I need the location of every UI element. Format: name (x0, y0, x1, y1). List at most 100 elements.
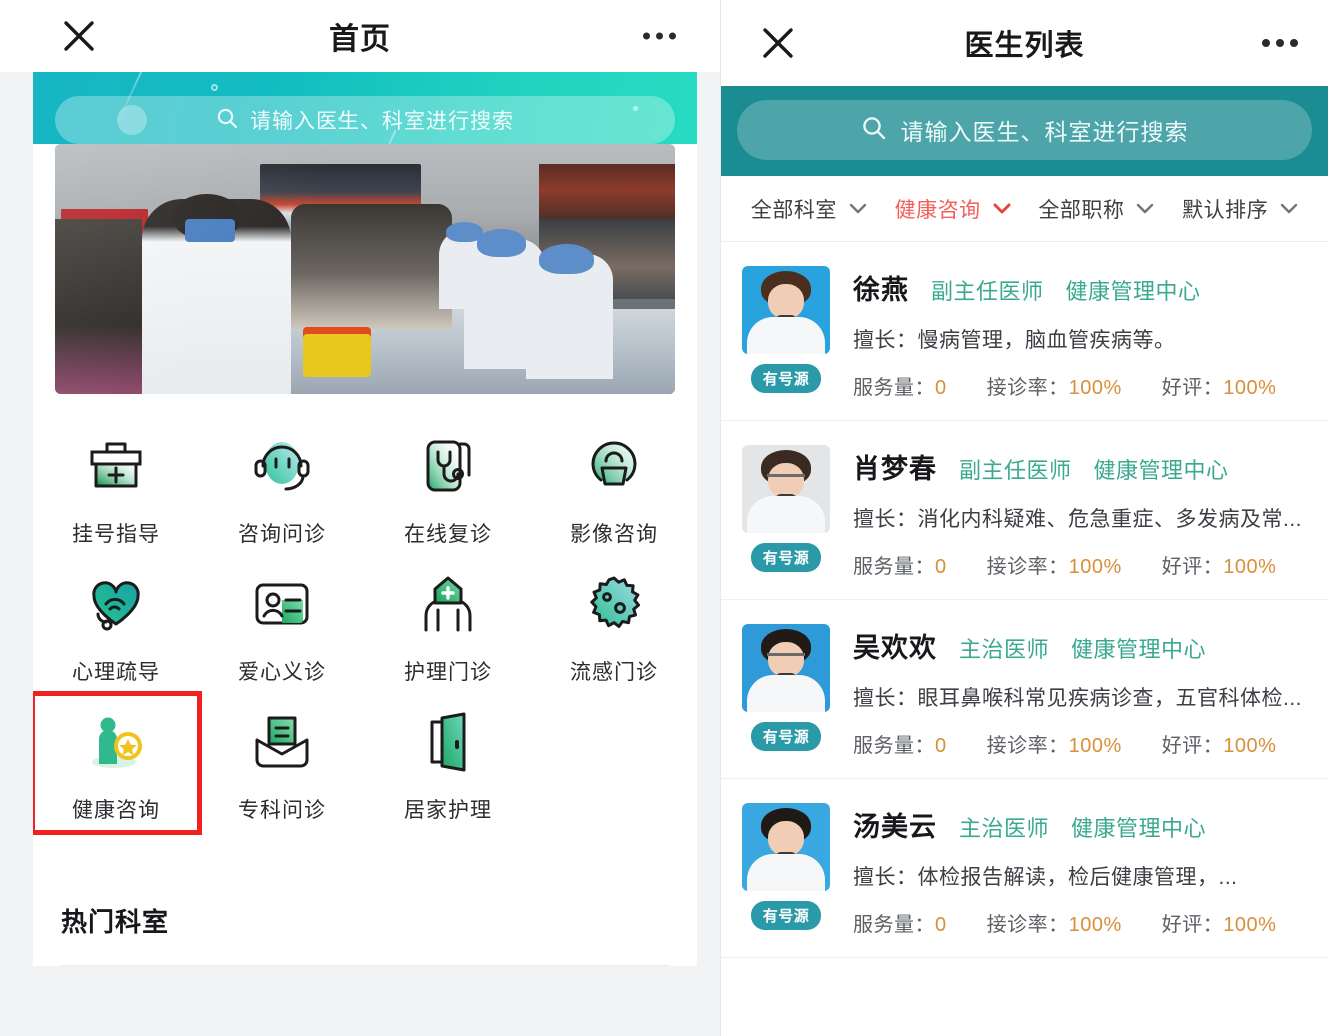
hands-house-cross-icon (412, 568, 484, 640)
more-dots-icon[interactable] (1262, 39, 1298, 47)
doctor-row[interactable]: 有号源 徐燕 副主任医师 健康管理中心 擅长：慢病管理，脑血管疾病等。 服务量：… (721, 242, 1328, 421)
search-placeholder: 请输入医生、科室进行搜索 (250, 110, 514, 133)
stat-service-volume: 服务量：0 (853, 914, 947, 936)
search-placeholder: 请输入医生、科室进行搜索 (900, 119, 1189, 145)
doctor-name: 徐燕 (853, 275, 909, 305)
imaging-scanner-icon (578, 430, 650, 502)
doctor-title: 副主任医师 (931, 279, 1044, 304)
filter-sort[interactable]: 默认排序 (1168, 194, 1312, 224)
envelope-letter-icon (246, 706, 318, 778)
service-label: 健康咨询 (72, 799, 160, 822)
doctor-specialty: 擅长：眼耳鼻喉科常见疾病诊查，五官科体检... (853, 687, 1303, 710)
section-divider (61, 965, 669, 966)
banner-photo-wrap (33, 144, 697, 412)
doctor-specialty: 擅长：消化内科疑难、危急重症、多发病及常... (853, 508, 1303, 531)
section-title: 热门科室 (61, 907, 170, 937)
stat-accept-rate: 接诊率：100% (986, 914, 1122, 936)
doctor-avatar-col: 有号源 (739, 445, 833, 579)
doctor-headline: 吴欢欢 主治医师 健康管理中心 (853, 626, 1310, 665)
avatar (742, 445, 830, 533)
dual-panel-screenshot: 首页 请输入医生、科室进行搜索 挂号指导 咨询问诊 在线复诊 影像咨询 心理疏导… (0, 0, 1328, 1036)
stat-service-volume: 服务量：0 (853, 556, 947, 578)
filter-label: 默认排序 (1182, 198, 1269, 222)
stethoscope-phone-icon (412, 430, 484, 502)
doctor-specialty: 擅长：慢病管理，脑血管疾病等。 (853, 329, 1176, 352)
service-item-home-care[interactable]: 居家护理 (365, 694, 531, 832)
doctor-headline: 汤美云 主治医师 健康管理中心 (853, 805, 1310, 844)
service-item-health-consult[interactable]: 健康咨询 (33, 691, 202, 835)
doctor-department: 健康管理中心 (1071, 637, 1207, 662)
search-icon (216, 107, 238, 134)
search-icon (861, 115, 887, 146)
doctor-row[interactable]: 有号源 汤美云 主治医师 健康管理中心 擅长：体检报告解读，检后健康管理，...… (721, 779, 1328, 958)
service-item-online-consult[interactable]: 咨询问诊 (199, 418, 365, 556)
doctor-row[interactable]: 有号源 肖梦春 副主任医师 健康管理中心 擅长：消化内科疑难、危急重症、多发病及… (721, 421, 1328, 600)
filter-title[interactable]: 全部职称 (1025, 194, 1169, 224)
search-input[interactable]: 请输入医生、科室进行搜索 (55, 96, 675, 144)
filter-department[interactable]: 全部科室 (737, 194, 881, 224)
hospital-event-photo (55, 144, 675, 394)
stat-accept-rate: 接诊率：100% (986, 377, 1122, 399)
page-title: 首页 (329, 23, 391, 56)
chevron-down-icon (1137, 203, 1154, 214)
doctor-row[interactable]: 有号源 吴欢欢 主治医师 健康管理中心 擅长：眼耳鼻喉科常见疾病诊查，五官科体检… (721, 600, 1328, 779)
stat-accept-rate: 接诊率：100% (986, 556, 1122, 578)
service-item-specialist-consult[interactable]: 专科问诊 (199, 694, 365, 832)
doctor-headline: 徐燕 副主任医师 健康管理中心 (853, 268, 1310, 307)
doctor-stats: 服务量：0 接诊率：100% 好评：100% (853, 729, 1310, 758)
filter-label: 全部职称 (1038, 198, 1125, 222)
status-badge: 有号源 (750, 722, 822, 751)
service-icon-grid: 挂号指导 咨询问诊 在线复诊 影像咨询 心理疏导 爱心义诊 护理门诊 流感门诊 … (33, 412, 697, 858)
doctor-info: 徐燕 副主任医师 健康管理中心 擅长：慢病管理，脑血管疾病等。 服务量：0 接诊… (853, 266, 1310, 400)
service-item-nursing-clinic[interactable]: 护理门诊 (365, 556, 531, 694)
doctor-info: 汤美云 主治医师 健康管理中心 擅长：体检报告解读，检后健康管理，... 服务量… (853, 803, 1310, 937)
close-icon[interactable] (62, 19, 96, 53)
status-badge: 有号源 (750, 364, 822, 393)
chevron-down-icon (849, 203, 867, 214)
avatar (742, 266, 830, 354)
doctor-headline: 肖梦春 副主任医师 健康管理中心 (853, 447, 1310, 486)
doctor-avatar-col: 有号源 (739, 266, 833, 400)
service-item-psychological[interactable]: 心理疏导 (33, 556, 199, 694)
service-item-revisit[interactable]: 在线复诊 (365, 418, 531, 556)
id-card-icon (246, 568, 318, 640)
service-item-flu-clinic[interactable]: 流感门诊 (531, 556, 697, 694)
stat-accept-rate: 接诊率：100% (986, 735, 1122, 757)
person-plus-icon (80, 706, 152, 778)
status-badge: 有号源 (750, 543, 822, 572)
doctor-stats: 服务量：0 接诊率：100% 好评：100% (853, 550, 1310, 579)
virus-icon (578, 568, 650, 640)
page-title: 医生列表 (964, 30, 1085, 62)
door-icon (412, 706, 484, 778)
doctor-title: 主治医师 (959, 816, 1050, 841)
doctor-search-band: 请输入医生、科室进行搜索 (721, 86, 1328, 176)
service-item-imaging-consult[interactable]: 影像咨询 (531, 418, 697, 556)
doctor-department: 健康管理中心 (1065, 279, 1201, 304)
service-item-charity-clinic[interactable]: 爱心义诊 (199, 556, 365, 694)
close-icon[interactable] (761, 26, 795, 60)
service-label: 影像咨询 (570, 523, 658, 546)
doctor-stats: 服务量：0 接诊率：100% 好评：100% (853, 908, 1310, 937)
doctor-list-panel: 医生列表 请输入医生、科室进行搜索 全部科室 健康咨询 全部职称 默认排序 有号… (720, 0, 1328, 1036)
stat-praise-rate: 好评：100% (1161, 377, 1277, 399)
service-item-registration-guide[interactable]: 挂号指导 (33, 418, 199, 556)
stat-praise-rate: 好评：100% (1161, 735, 1277, 757)
stat-service-volume: 服务量：0 (853, 735, 947, 757)
filter-service-type[interactable]: 健康咨询 (881, 194, 1025, 224)
home-navbar: 首页 (0, 0, 720, 72)
doctor-name: 汤美云 (853, 812, 937, 842)
doctor-info: 肖梦春 副主任医师 健康管理中心 擅长：消化内科疑难、危急重症、多发病及常...… (853, 445, 1310, 579)
status-badge: 有号源 (750, 901, 822, 930)
filter-label: 健康咨询 (894, 198, 981, 222)
doctor-title: 副主任医师 (959, 458, 1072, 483)
filter-label: 全部科室 (750, 198, 837, 222)
headset-icon (246, 430, 318, 502)
doctor-title: 主治医师 (959, 637, 1050, 662)
doctor-info: 吴欢欢 主治医师 健康管理中心 擅长：眼耳鼻喉科常见疾病诊查，五官科体检... … (853, 624, 1310, 758)
service-label: 在线复诊 (404, 523, 492, 546)
medical-kit-icon (80, 430, 152, 502)
service-label: 爱心义诊 (238, 661, 326, 684)
more-dots-icon[interactable] (643, 32, 676, 40)
doctor-stats: 服务量：0 接诊率：100% 好评：100% (853, 371, 1310, 400)
search-input[interactable]: 请输入医生、科室进行搜索 (737, 100, 1312, 160)
